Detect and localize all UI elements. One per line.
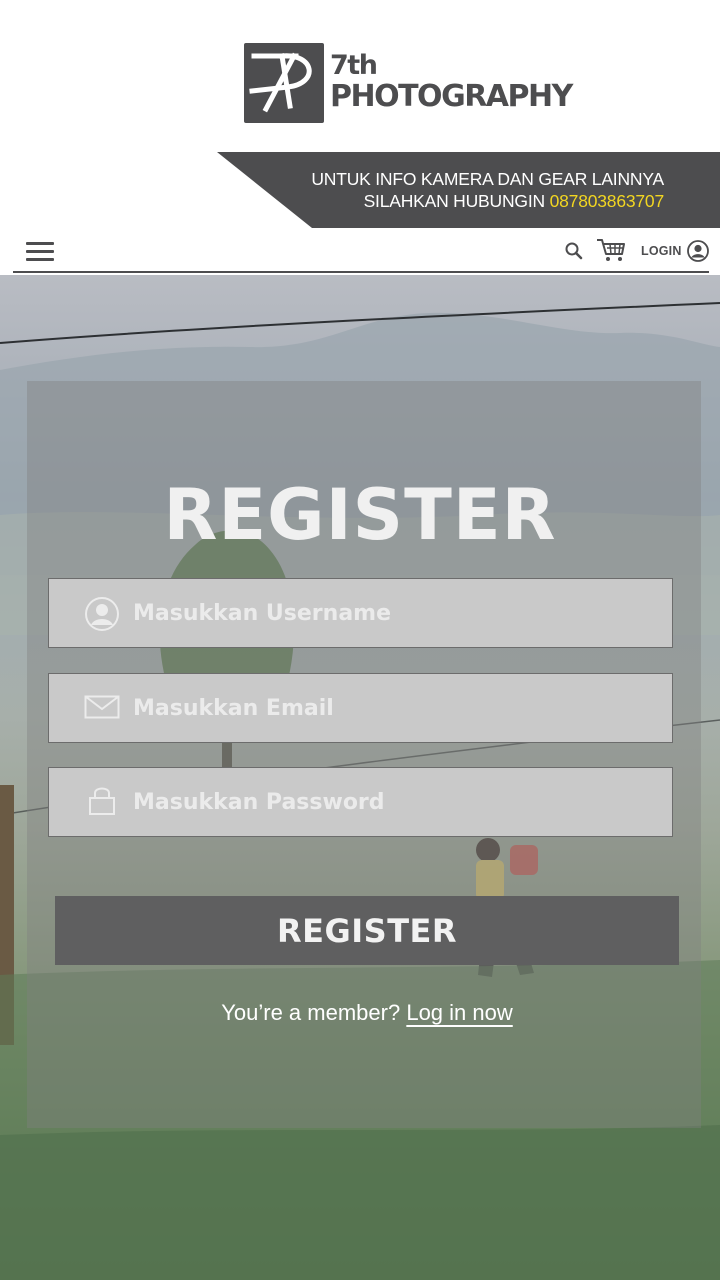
user-circle-icon [686,240,709,262]
brand-logo[interactable]: 7th PHOTOGRAPHY [244,43,573,123]
login-button[interactable]: LOGIN [641,240,709,262]
username-input[interactable] [133,579,653,647]
password-field[interactable] [48,767,673,837]
email-field[interactable] [48,673,673,743]
lock-icon [89,787,115,815]
search-icon[interactable] [564,241,584,261]
member-prompt: You’re a member? Log in now [0,1000,720,1026]
banner-phone-number[interactable]: 087803863707 [550,191,665,211]
info-banner: UNTUK INFO KAMERA DAN GEAR LAINNYA SILAH… [217,152,720,228]
register-title: REGISTER [163,474,557,556]
banner-line1: UNTUK INFO KAMERA DAN GEAR LAINNYA [311,169,664,189]
register-button[interactable]: REGISTER [55,896,679,965]
brand-name: 7th PHOTOGRAPHY [330,50,573,114]
password-input[interactable] [133,768,653,836]
login-now-link[interactable]: Log in now [406,1000,512,1025]
cart-icon[interactable] [596,237,626,263]
brand-line2: PHOTOGRAPHY [330,79,573,114]
banner-line2-prefix: SILAHKAN HUBUNGIN [363,191,550,211]
user-icon [85,597,119,631]
member-text: You’re a member? [221,1000,401,1025]
brand-line1: 7th [330,50,378,81]
banner-line2: SILAHKAN HUBUNGIN 087803863707 [311,190,665,212]
hamburger-menu-icon[interactable] [26,242,54,262]
logo-mark-icon [244,43,324,123]
login-label: LOGIN [641,244,682,258]
banner-text: UNTUK INFO KAMERA DAN GEAR LAINNYA SILAH… [311,168,664,212]
envelope-icon [84,695,120,719]
email-input[interactable] [133,674,653,742]
username-field[interactable] [48,578,673,648]
top-navbar: LOGIN [13,230,709,273]
